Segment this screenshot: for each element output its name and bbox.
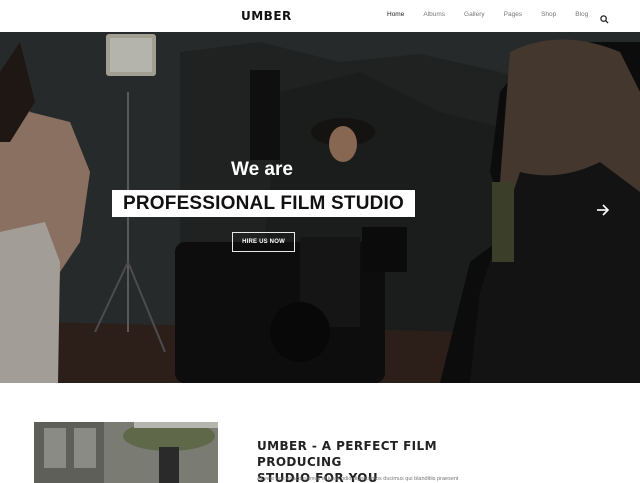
hero-title: PROFESSIONAL FILM STUDIO xyxy=(122,192,404,214)
intro-text: At vero eos et accusamus et iusto odio d… xyxy=(257,476,459,482)
hero-title-box: PROFESSIONAL FILM STUDIO xyxy=(112,190,415,217)
site-header: UMBER Home Albums Gallery Pages Shop Blo… xyxy=(0,0,640,32)
intro-title-line-1: UMBER - A PERFECT FILM PRODUCING xyxy=(257,439,437,469)
nav-item-albums[interactable]: Albums xyxy=(423,11,445,18)
nav-item-home[interactable]: Home xyxy=(387,11,404,18)
hero-slider: We are PROFESSIONAL FILM STUDIO HIRE US … xyxy=(0,32,640,383)
hero-kicker: We are xyxy=(231,159,293,180)
search-icon[interactable] xyxy=(600,11,609,24)
arrow-right-icon[interactable] xyxy=(596,203,610,216)
intro-image xyxy=(34,422,218,483)
site-logo[interactable]: UMBER xyxy=(241,9,292,23)
nav-item-shop[interactable]: Shop xyxy=(541,11,556,18)
nav-item-gallery[interactable]: Gallery xyxy=(464,11,485,18)
nav-item-pages[interactable]: Pages xyxy=(504,11,522,18)
main-nav: Home Albums Gallery Pages Shop Blog xyxy=(387,11,607,18)
nav-item-blog[interactable]: Blog xyxy=(575,11,588,18)
hire-us-button[interactable]: HIRE US NOW xyxy=(232,232,295,252)
